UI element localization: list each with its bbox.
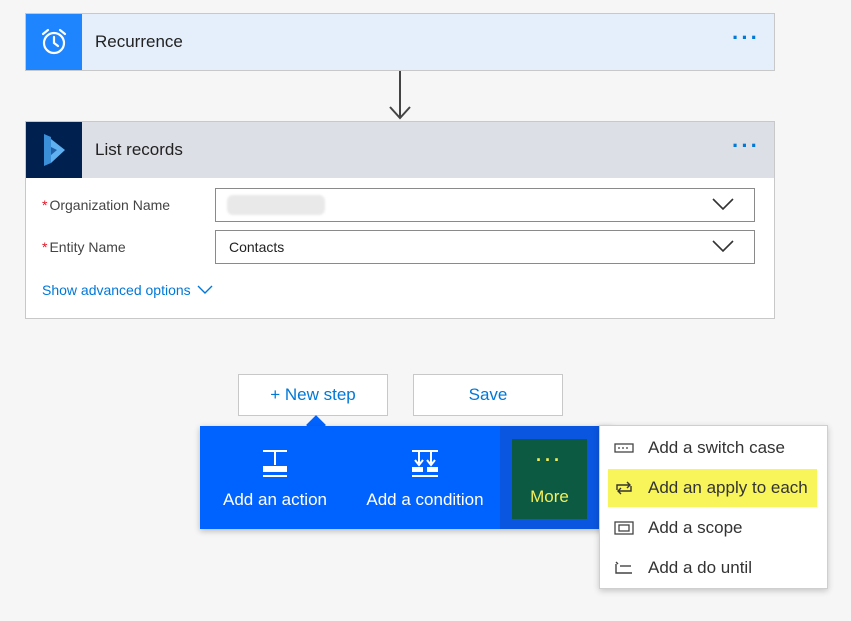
more-button[interactable]: ··· More: [512, 439, 587, 519]
loop-icon: [614, 481, 634, 495]
chevron-down-icon: [712, 198, 734, 211]
show-advanced-options-link[interactable]: Show advanced options: [42, 282, 213, 298]
alarm-clock-icon: [26, 14, 82, 70]
switch-icon: [614, 441, 634, 455]
organization-name-label: * Organization Name: [26, 197, 215, 213]
recurrence-more-button[interactable]: ···: [732, 27, 760, 49]
do-until-icon: [614, 561, 634, 575]
recurrence-header[interactable]: Recurrence ···: [26, 14, 774, 70]
add-condition-button[interactable]: Add a condition: [360, 426, 490, 529]
organization-name-row: * Organization Name: [26, 188, 774, 222]
redacted-value: [227, 195, 325, 215]
menu-item-add-do-until[interactable]: Add a do until: [608, 549, 817, 587]
entity-name-label-text: Entity Name: [49, 239, 126, 255]
menu-item-add-apply-to-each[interactable]: Add an apply to each: [608, 469, 817, 507]
list-records-more-button[interactable]: ···: [732, 135, 760, 157]
menu-item-label: Add an apply to each: [648, 478, 808, 497]
list-records-header[interactable]: List records ···: [26, 122, 774, 178]
organization-name-dropdown[interactable]: [215, 188, 755, 222]
organization-name-label-text: Organization Name: [49, 197, 171, 213]
chevron-down-icon: [712, 240, 734, 253]
more-menu: Add a switch case Add an apply to each A…: [599, 425, 828, 589]
add-condition-label: Add a condition: [366, 490, 484, 509]
list-records-title: List records: [95, 140, 183, 159]
save-button[interactable]: Save: [413, 374, 563, 416]
add-action-icon: [261, 448, 289, 478]
list-records-card[interactable]: List records ··· * Organization Name * Ent…: [25, 121, 775, 319]
required-mark: *: [42, 239, 48, 255]
add-condition-icon: [410, 448, 440, 478]
menu-item-label: Add a scope: [648, 518, 743, 537]
menu-item-add-scope[interactable]: Add a scope: [608, 509, 817, 547]
recurrence-title: Recurrence: [95, 32, 183, 51]
menu-item-label: Add a switch case: [648, 438, 786, 457]
entity-name-value: Contacts: [229, 239, 285, 255]
menu-item-add-switch-case[interactable]: Add a switch case: [608, 429, 817, 467]
add-action-button[interactable]: Add an action: [216, 426, 334, 529]
recurrence-card[interactable]: Recurrence ···: [25, 13, 775, 71]
menu-item-label: Add a do until: [648, 558, 752, 577]
new-step-button[interactable]: + New step: [238, 374, 388, 416]
add-action-label: Add an action: [223, 490, 327, 509]
down-arrow-icon: [389, 71, 411, 120]
scope-icon: [614, 521, 634, 535]
required-mark: *: [42, 197, 48, 213]
entity-name-row: * Entity Name Contacts: [26, 230, 774, 264]
chevron-down-icon: [197, 285, 213, 294]
dynamics-logo-icon: [26, 122, 82, 178]
entity-name-label: * Entity Name: [26, 239, 215, 255]
entity-name-dropdown[interactable]: Contacts: [215, 230, 755, 264]
advanced-label: Show advanced options: [42, 282, 191, 298]
more-label: More: [530, 487, 569, 506]
more-dots-icon: ···: [536, 450, 563, 470]
